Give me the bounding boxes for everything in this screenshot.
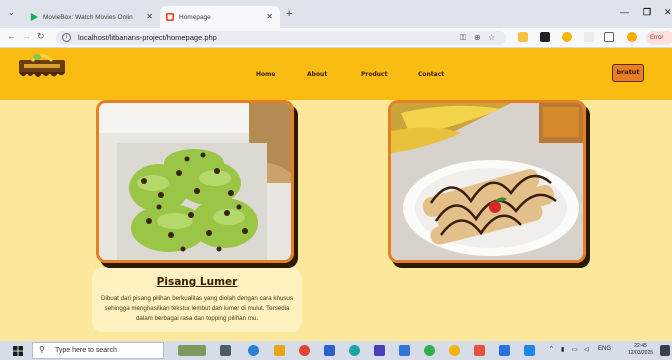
nav-home[interactable]: Home [256, 71, 275, 78]
language-indicator[interactable]: ENG [598, 346, 611, 352]
browser-tab-strip: ⌄ MovieBox: Watch Movies Onlin ✕ Homepag… [0, 0, 672, 28]
header-action-button[interactable]: bratut [612, 64, 644, 82]
taskbar-search-input[interactable]: ⚲ Type here to search [32, 342, 164, 359]
tab-homepage[interactable]: Homepage ✕ [160, 6, 280, 28]
new-tab-button[interactable]: + [286, 8, 292, 20]
tab-moviebox[interactable]: MovieBox: Watch Movies Onlin ✕ [24, 6, 160, 28]
password-key-icon[interactable]: ⚿ [460, 33, 466, 43]
volume-icon[interactable]: ◁ [584, 346, 589, 353]
bookmark-star-icon[interactable]: ☆ [488, 33, 495, 42]
clock-time: 22:45 [634, 343, 647, 349]
zoom-icon[interactable]: ⊕ [474, 33, 481, 42]
system-clock[interactable]: 22:45 12/03/2025 [628, 343, 653, 357]
product-image-banana-crepe[interactable] [388, 100, 586, 263]
task-view-icon[interactable] [220, 345, 231, 356]
taskbar-app-icon[interactable] [499, 345, 510, 356]
extensions-puzzle-icon[interactable] [604, 32, 614, 42]
site-header: Home About Product Contact bratut [0, 48, 672, 100]
file-explorer-icon[interactable] [274, 345, 285, 356]
taskbar-app-icon[interactable] [524, 345, 535, 356]
close-tab-icon[interactable]: ✕ [266, 12, 273, 21]
notifications-icon[interactable] [660, 345, 670, 356]
taskbar-app-icon[interactable] [474, 345, 485, 356]
product-card: Pisang Lumer Dibuat dari pisang pilihan … [92, 268, 302, 332]
forward-icon[interactable]: → [22, 31, 31, 41]
site-info-icon[interactable]: i [62, 33, 71, 42]
nav-contact[interactable]: Contact [418, 71, 444, 78]
extension-icon[interactable] [518, 32, 528, 42]
edge-icon[interactable] [349, 345, 360, 356]
reload-icon[interactable]: ↻ [37, 31, 45, 42]
extension-icon[interactable] [540, 32, 550, 42]
product-image-pisang-lumer[interactable] [96, 100, 294, 263]
brand-logo[interactable] [18, 52, 66, 82]
product-description: Dibuat dari pisang pilihan berkualitas y… [101, 295, 293, 322]
extension-icon[interactable] [562, 32, 572, 42]
product-title[interactable]: Pisang Lumer [92, 276, 302, 288]
extension-icon[interactable] [584, 32, 594, 42]
site-favicon-icon [166, 13, 174, 21]
restore-icon[interactable]: ❐ [643, 7, 651, 18]
taskbar-app-icon[interactable] [299, 345, 310, 356]
tab-title: MovieBox: Watch Movies Onlin [43, 13, 133, 21]
address-bar[interactable]: i localhost/litbanans-project/homepage.p… [56, 31, 506, 45]
browser-toolbar: ← → ↻ i localhost/litbanans-project/home… [0, 28, 672, 48]
windows-taskbar: ⚲ Type here to search ^ ▮ ▭ ◁ ENG 22:45 … [0, 341, 672, 360]
tab-search-icon[interactable]: ⌄ [8, 8, 15, 17]
error-button[interactable]: Error [646, 31, 672, 45]
profile-avatar-icon[interactable] [627, 32, 637, 42]
address-url: localhost/litbanans-project/homepage.php [78, 33, 217, 42]
chrome-icon[interactable] [449, 345, 460, 356]
clock-date: 12/03/2025 [628, 350, 654, 356]
news-widget-icon[interactable] [178, 345, 206, 356]
nav-about[interactable]: About [307, 71, 327, 78]
play-icon [30, 13, 38, 21]
search-placeholder: Type here to search [55, 347, 117, 354]
search-icon: ⚲ [39, 345, 45, 354]
taskbar-app-icon[interactable] [399, 345, 410, 356]
show-hidden-icons[interactable]: ^ [550, 346, 553, 352]
network-icon[interactable]: ▭ [572, 346, 578, 353]
tab-title: Homepage [179, 13, 211, 21]
close-window-icon[interactable]: ✕ [664, 7, 672, 18]
nav-product[interactable]: Product [361, 71, 387, 78]
whatsapp-icon[interactable] [424, 345, 435, 356]
taskbar-app-icon[interactable] [374, 345, 385, 356]
minimize-icon[interactable]: — [620, 7, 629, 17]
back-icon[interactable]: ← [7, 31, 16, 41]
close-tab-icon[interactable]: ✕ [146, 12, 153, 21]
taskbar-app-icon[interactable] [248, 345, 259, 356]
battery-icon[interactable]: ▮ [561, 346, 564, 353]
windows-start-icon[interactable] [13, 346, 23, 356]
taskbar-app-icon[interactable] [324, 345, 335, 356]
